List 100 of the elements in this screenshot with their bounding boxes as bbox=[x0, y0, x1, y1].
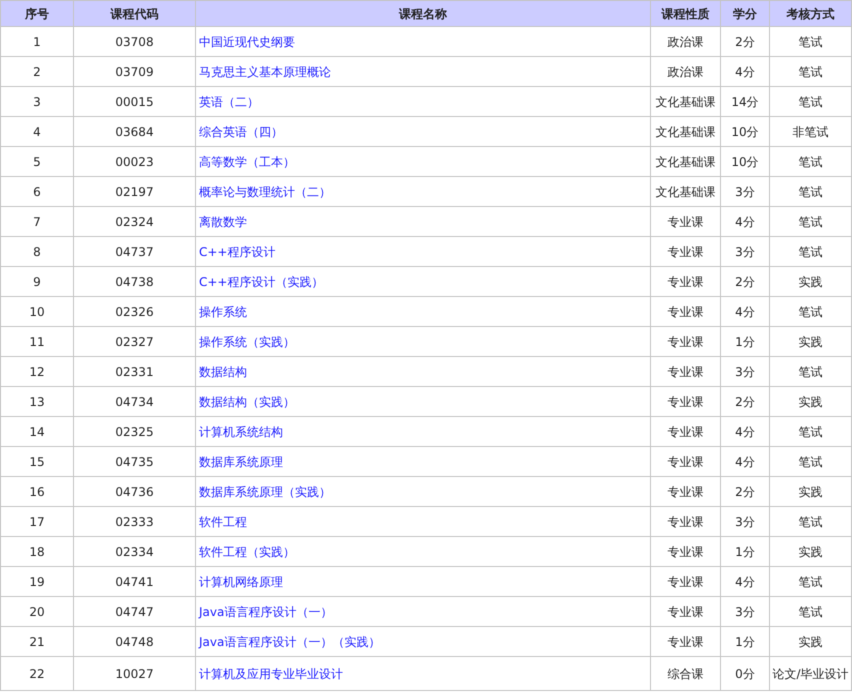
exam-method: 笔试 bbox=[770, 356, 852, 386]
course-type: 专业课 bbox=[650, 356, 720, 386]
course-name-link[interactable]: 高等数学（工本） bbox=[199, 154, 295, 168]
course-type: 综合课 bbox=[650, 656, 720, 690]
course-name-link[interactable]: 英语（二） bbox=[199, 94, 259, 108]
course-name-link[interactable]: Java语言程序设计（一） bbox=[199, 604, 332, 618]
credits: 0分 bbox=[720, 656, 770, 690]
course-name-link[interactable]: 操作系统 bbox=[199, 304, 247, 318]
course-name-link[interactable]: C++程序设计 bbox=[199, 244, 276, 258]
exam-method: 非笔试 bbox=[770, 116, 852, 146]
course-type: 政治课 bbox=[650, 56, 720, 86]
row-number: 13 bbox=[0, 386, 74, 416]
credits: 4分 bbox=[720, 566, 770, 596]
course-name-link[interactable]: 软件工程 bbox=[199, 514, 247, 528]
course-type: 专业课 bbox=[650, 266, 720, 296]
course-type: 专业课 bbox=[650, 476, 720, 506]
course-type: 专业课 bbox=[650, 446, 720, 476]
course-name-link[interactable]: 操作系统（实践） bbox=[199, 334, 295, 348]
credits: 2分 bbox=[720, 26, 770, 56]
course-type: 专业课 bbox=[650, 626, 720, 656]
course-name-link[interactable]: 数据结构 bbox=[199, 364, 247, 378]
course-name-link[interactable]: C++程序设计（实践） bbox=[199, 274, 324, 288]
course-type: 专业课 bbox=[650, 386, 720, 416]
column-header: 课程代码 bbox=[74, 0, 196, 26]
course-code: 04736 bbox=[74, 476, 196, 506]
course-code: 02325 bbox=[74, 416, 196, 446]
row-number: 19 bbox=[0, 566, 74, 596]
exam-method: 笔试 bbox=[770, 206, 852, 236]
course-name-link[interactable]: 计算机系统结构 bbox=[199, 424, 283, 438]
course-code: 00015 bbox=[74, 86, 196, 116]
credits: 4分 bbox=[720, 206, 770, 236]
exam-method: 实践 bbox=[770, 536, 852, 566]
course-code: 10027 bbox=[74, 656, 196, 690]
course-name-link[interactable]: Java语言程序设计（一）（实践） bbox=[199, 634, 380, 648]
course-name-link[interactable]: 中国近现代史纲要 bbox=[199, 34, 295, 48]
course-name-link[interactable]: 数据结构（实践） bbox=[199, 394, 295, 408]
course-type: 专业课 bbox=[650, 206, 720, 236]
course-code: 04748 bbox=[74, 626, 196, 656]
course-type: 专业课 bbox=[650, 596, 720, 626]
exam-method: 实践 bbox=[770, 626, 852, 656]
row-number: 11 bbox=[0, 326, 74, 356]
course-name-link[interactable]: 数据库系统原理（实践） bbox=[199, 484, 331, 498]
row-number: 18 bbox=[0, 536, 74, 566]
row-number: 14 bbox=[0, 416, 74, 446]
course-type: 文化基础课 bbox=[650, 86, 720, 116]
course-code: 02326 bbox=[74, 296, 196, 326]
course-code: 00023 bbox=[74, 146, 196, 176]
row-number: 1 bbox=[0, 26, 74, 56]
exam-method: 实践 bbox=[770, 266, 852, 296]
course-code: 04741 bbox=[74, 566, 196, 596]
column-header: 课程名称 bbox=[196, 0, 650, 26]
row-number: 6 bbox=[0, 176, 74, 206]
course-type: 文化基础课 bbox=[650, 116, 720, 146]
credits: 1分 bbox=[720, 536, 770, 566]
course-type: 专业课 bbox=[650, 536, 720, 566]
course-code: 02334 bbox=[74, 536, 196, 566]
exam-method: 笔试 bbox=[770, 26, 852, 56]
row-number: 16 bbox=[0, 476, 74, 506]
course-name-link[interactable]: 数据库系统原理 bbox=[199, 454, 283, 468]
row-number: 5 bbox=[0, 146, 74, 176]
course-name-link[interactable]: 马克思主义基本原理概论 bbox=[199, 64, 331, 78]
exam-method: 笔试 bbox=[770, 596, 852, 626]
course-code: 02331 bbox=[74, 356, 196, 386]
course-type: 专业课 bbox=[650, 566, 720, 596]
row-number: 15 bbox=[0, 446, 74, 476]
course-code: 04735 bbox=[74, 446, 196, 476]
column-header: 考核方式 bbox=[770, 0, 852, 26]
credits: 3分 bbox=[720, 596, 770, 626]
column-header: 学分 bbox=[720, 0, 770, 26]
credits: 10分 bbox=[720, 146, 770, 176]
course-name-link[interactable]: 计算机网络原理 bbox=[199, 574, 283, 588]
credits: 1分 bbox=[720, 626, 770, 656]
row-number: 2 bbox=[0, 56, 74, 86]
course-code: 04738 bbox=[74, 266, 196, 296]
exam-method: 笔试 bbox=[770, 56, 852, 86]
exam-method: 笔试 bbox=[770, 146, 852, 176]
exam-method: 笔试 bbox=[770, 446, 852, 476]
course-type: 专业课 bbox=[650, 236, 720, 266]
course-name-link[interactable]: 综合英语（四） bbox=[199, 124, 283, 138]
course-code: 02197 bbox=[74, 176, 196, 206]
exam-method: 笔试 bbox=[770, 506, 852, 536]
course-type: 文化基础课 bbox=[650, 176, 720, 206]
exam-method: 实践 bbox=[770, 386, 852, 416]
course-code: 03709 bbox=[74, 56, 196, 86]
course-code: 02324 bbox=[74, 206, 196, 236]
exam-method: 笔试 bbox=[770, 86, 852, 116]
row-number: 12 bbox=[0, 356, 74, 386]
course-code: 03708 bbox=[74, 26, 196, 56]
course-code: 04737 bbox=[74, 236, 196, 266]
credits: 4分 bbox=[720, 296, 770, 326]
row-number: 9 bbox=[0, 266, 74, 296]
course-name-link[interactable]: 概率论与数理统计（二） bbox=[199, 184, 331, 198]
exam-method: 论文/毕业设计 bbox=[770, 656, 852, 690]
row-number: 22 bbox=[0, 656, 74, 690]
row-number: 8 bbox=[0, 236, 74, 266]
course-name-link[interactable]: 计算机及应用专业毕业设计 bbox=[199, 666, 343, 680]
exam-method: 笔试 bbox=[770, 176, 852, 206]
course-name-link[interactable]: 离散数学 bbox=[199, 214, 247, 228]
course-name-link[interactable]: 软件工程（实践） bbox=[199, 544, 295, 558]
exam-method: 实践 bbox=[770, 326, 852, 356]
